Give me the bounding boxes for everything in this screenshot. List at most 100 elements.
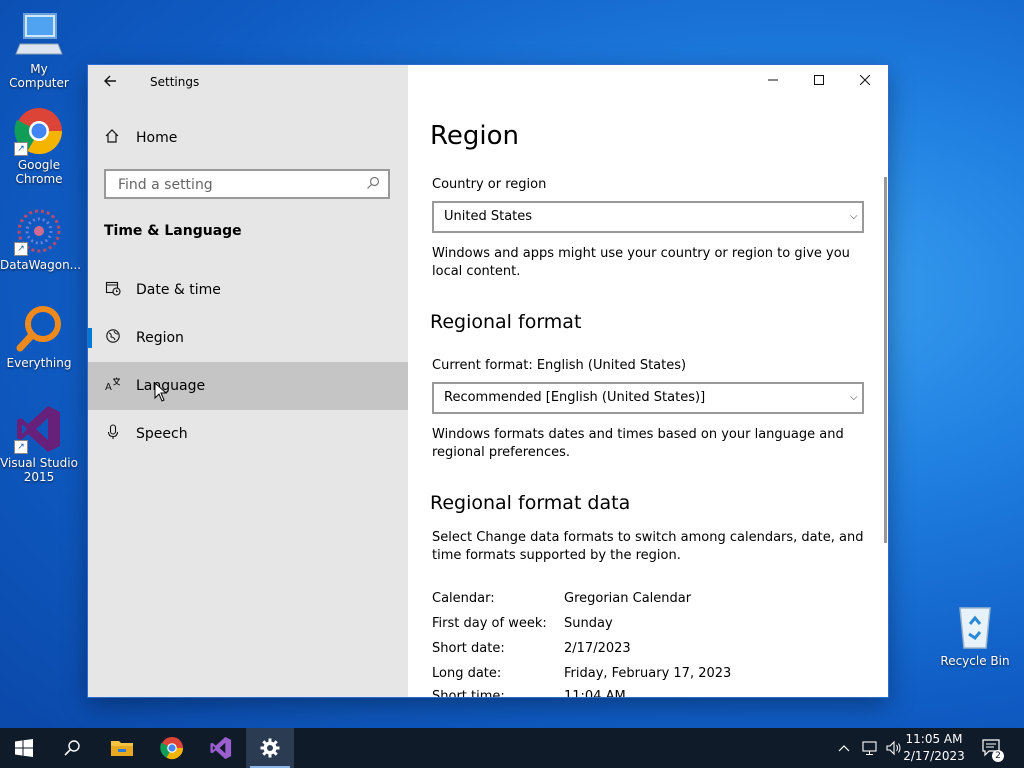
network-status[interactable]: [862, 728, 880, 768]
taskbar: 11:05 AM 2/17/2023 2: [0, 728, 1024, 768]
scrollbar[interactable]: [884, 177, 887, 543]
language-icon: A: [104, 376, 122, 396]
folder-icon: [111, 741, 133, 756]
desktop-icon-recycle-bin[interactable]: Recycle Bin: [936, 602, 1014, 668]
settings-window: Settings Home Time & Language Date & tim…: [88, 65, 888, 697]
format-data-value: Gregorian Calendar: [564, 591, 692, 606]
format-data-description: Select Change data formats to switch amo…: [432, 530, 864, 563]
country-value: United States: [444, 209, 533, 224]
sidebar-item-label: Speech: [136, 426, 188, 442]
chrome-icon: ↗: [14, 106, 64, 156]
format-data-key: Short date:: [432, 641, 505, 656]
sidebar-item-region[interactable]: Region: [88, 314, 408, 362]
svg-text:A: A: [105, 382, 112, 392]
taskbar-visual-studio[interactable]: [197, 728, 245, 768]
sidebar-item-language[interactable]: A Language: [88, 362, 408, 410]
sidebar-item-date-time[interactable]: Date & time: [88, 266, 408, 314]
back-arrow-icon[interactable]: [102, 73, 122, 91]
format-data-row: Calendar: Gregorian Calendar: [432, 591, 872, 611]
regional-format-heading: Regional format: [430, 311, 582, 333]
settings-sidebar: Settings Home Time & Language Date & tim…: [88, 65, 408, 697]
chevron-up-icon: [838, 745, 850, 752]
format-value: Recommended [English (United States)]: [444, 390, 706, 405]
notification-count-badge: 2: [992, 750, 1004, 762]
action-center-button[interactable]: 2: [982, 728, 1004, 768]
close-button[interactable]: [842, 65, 888, 97]
format-description: Windows formats dates and times based on…: [432, 427, 844, 460]
home-label: Home: [136, 130, 178, 146]
search-button[interactable]: [48, 728, 96, 768]
desktop-icon-label: My Computer: [9, 62, 69, 90]
taskbar-settings[interactable]: [246, 728, 294, 768]
sidebar-item-speech[interactable]: Speech: [88, 410, 408, 458]
page-title: Region: [430, 121, 520, 151]
network-icon: [862, 741, 877, 755]
section-heading: Time & Language: [104, 223, 242, 239]
chevron-down-icon: ⌵: [850, 392, 858, 403]
format-data-key: First day of week:: [432, 616, 547, 631]
country-dropdown[interactable]: United States ⌵: [432, 201, 864, 233]
window-title: Settings: [150, 75, 200, 89]
taskbar-clock[interactable]: 11:05 AM 2/17/2023: [902, 731, 966, 765]
calendar-clock-icon: [104, 280, 122, 300]
format-data-row: Short date: 2/17/2023: [432, 641, 872, 661]
desktop-icon-label: DataWagon...: [0, 258, 82, 272]
current-format-label: Current format: English (United States): [432, 358, 687, 373]
format-data-value: Friday, February 17, 2023: [564, 666, 732, 681]
computer-icon: [14, 10, 64, 60]
regional-format-data-heading: Regional format data: [430, 492, 631, 514]
desktop-icon-my-computer[interactable]: My Computer: [0, 10, 78, 90]
desktop-icon-visual-studio[interactable]: ↗ Visual Studio 2015: [0, 404, 78, 484]
clock-time: 11:05 AM: [905, 732, 963, 746]
speaker-icon: [886, 740, 901, 756]
minimize-button[interactable]: [750, 65, 796, 97]
maximize-icon: [814, 75, 824, 85]
settings-search[interactable]: [104, 169, 390, 199]
volume-control[interactable]: [886, 728, 902, 768]
country-label: Country or region: [432, 177, 547, 192]
windows-logo-icon: [15, 739, 33, 757]
show-hidden-icons-button[interactable]: [838, 728, 850, 768]
microphone-icon: [104, 424, 122, 444]
country-description: Windows and apps might use your country …: [432, 246, 850, 279]
home-link[interactable]: Home: [104, 127, 177, 149]
shortcut-arrow-icon: ↗: [14, 142, 28, 156]
visual-studio-icon: ↗: [14, 404, 64, 454]
mouse-cursor-icon: [154, 381, 168, 406]
format-data-row: Short time: 11:04 AM: [432, 689, 872, 697]
desktop-icon-chrome[interactable]: ↗ Google Chrome: [0, 106, 78, 186]
taskbar-file-explorer[interactable]: [98, 728, 146, 768]
chrome-icon: [160, 736, 184, 760]
maximize-button[interactable]: [796, 65, 842, 97]
region-page: Region Country or region United States ⌵…: [408, 65, 888, 697]
desktop-icon-label: Recycle Bin: [940, 654, 1010, 668]
desktop-icon-label: Everything: [6, 356, 72, 370]
visual-studio-icon: [210, 736, 232, 760]
minimize-icon: [768, 79, 778, 81]
format-data-value: 2/17/2023: [564, 641, 631, 656]
clock-date: 2/17/2023: [903, 749, 965, 763]
datawagon-icon: ↗: [14, 206, 64, 256]
sidebar-item-label: Region: [136, 330, 184, 346]
search-input[interactable]: [116, 176, 360, 194]
desktop-icon-everything[interactable]: Everything: [0, 304, 78, 370]
search-icon: [64, 740, 80, 756]
format-data-value: Sunday: [564, 616, 613, 631]
format-data-row: First day of week: Sunday: [432, 616, 872, 636]
globe-icon: [104, 328, 122, 348]
shortcut-arrow-icon: ↗: [14, 242, 28, 256]
format-data-key: Calendar:: [432, 591, 495, 606]
regional-format-dropdown[interactable]: Recommended [English (United States)] ⌵: [432, 382, 864, 414]
gear-icon: [260, 738, 280, 758]
desktop-icon-label: Visual Studio 2015: [0, 456, 78, 484]
search-icon: [366, 176, 380, 194]
format-data-row: Long date: Friday, February 17, 2023: [432, 666, 872, 686]
format-data-value: 11:04 AM: [564, 689, 626, 697]
chevron-down-icon: ⌵: [850, 211, 858, 222]
magnifier-icon: [14, 304, 64, 354]
format-data-key: Long date:: [432, 666, 502, 681]
start-button[interactable]: [0, 728, 48, 768]
taskbar-chrome[interactable]: [148, 728, 196, 768]
desktop-icon-datawagon[interactable]: ↗ DataWagon...: [0, 206, 82, 272]
sidebar-item-label: Date & time: [136, 282, 221, 298]
